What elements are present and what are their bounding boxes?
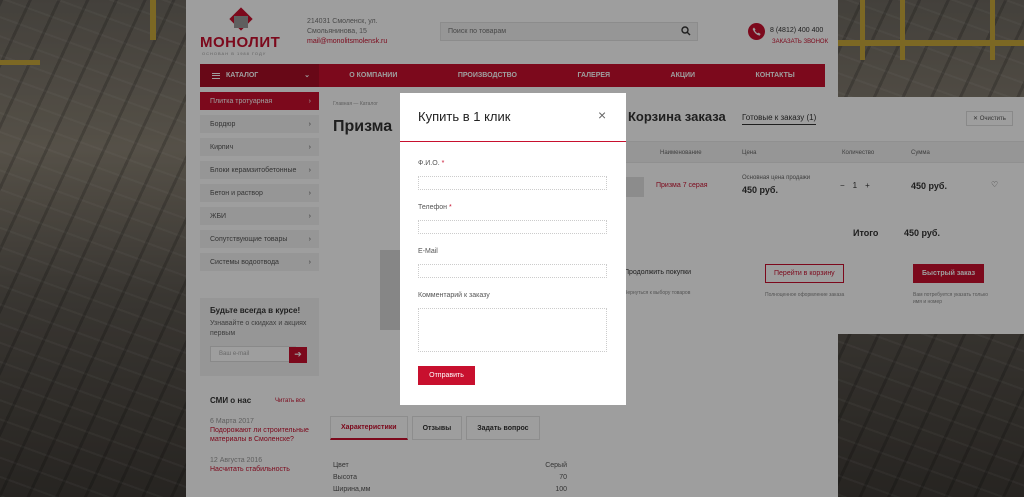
field-label: Телефон (418, 204, 448, 211)
name-label: Ф.И.О. * (418, 160, 444, 167)
submit-button[interactable]: Отправить (418, 366, 475, 385)
comment-field[interactable] (418, 308, 607, 352)
modal-divider (400, 141, 626, 142)
phone-field[interactable] (418, 220, 607, 234)
required-mark: * (449, 204, 452, 211)
field-label: E-Mail (418, 248, 438, 255)
field-label: Комментарий к заказу (418, 292, 490, 299)
required-mark: * (441, 160, 445, 167)
email-field[interactable] (418, 264, 607, 278)
comment-label: Комментарий к заказу (418, 292, 490, 299)
one-click-modal: Купить в 1 клик × Ф.И.О. * Телефон * E-M… (400, 93, 626, 405)
field-label: Ф.И.О. (418, 160, 440, 167)
phone-label: Телефон * (418, 204, 452, 211)
modal-title: Купить в 1 клик (418, 109, 511, 124)
email-label: E-Mail (418, 248, 438, 255)
close-icon[interactable]: × (598, 108, 606, 122)
name-field[interactable] (418, 176, 607, 190)
